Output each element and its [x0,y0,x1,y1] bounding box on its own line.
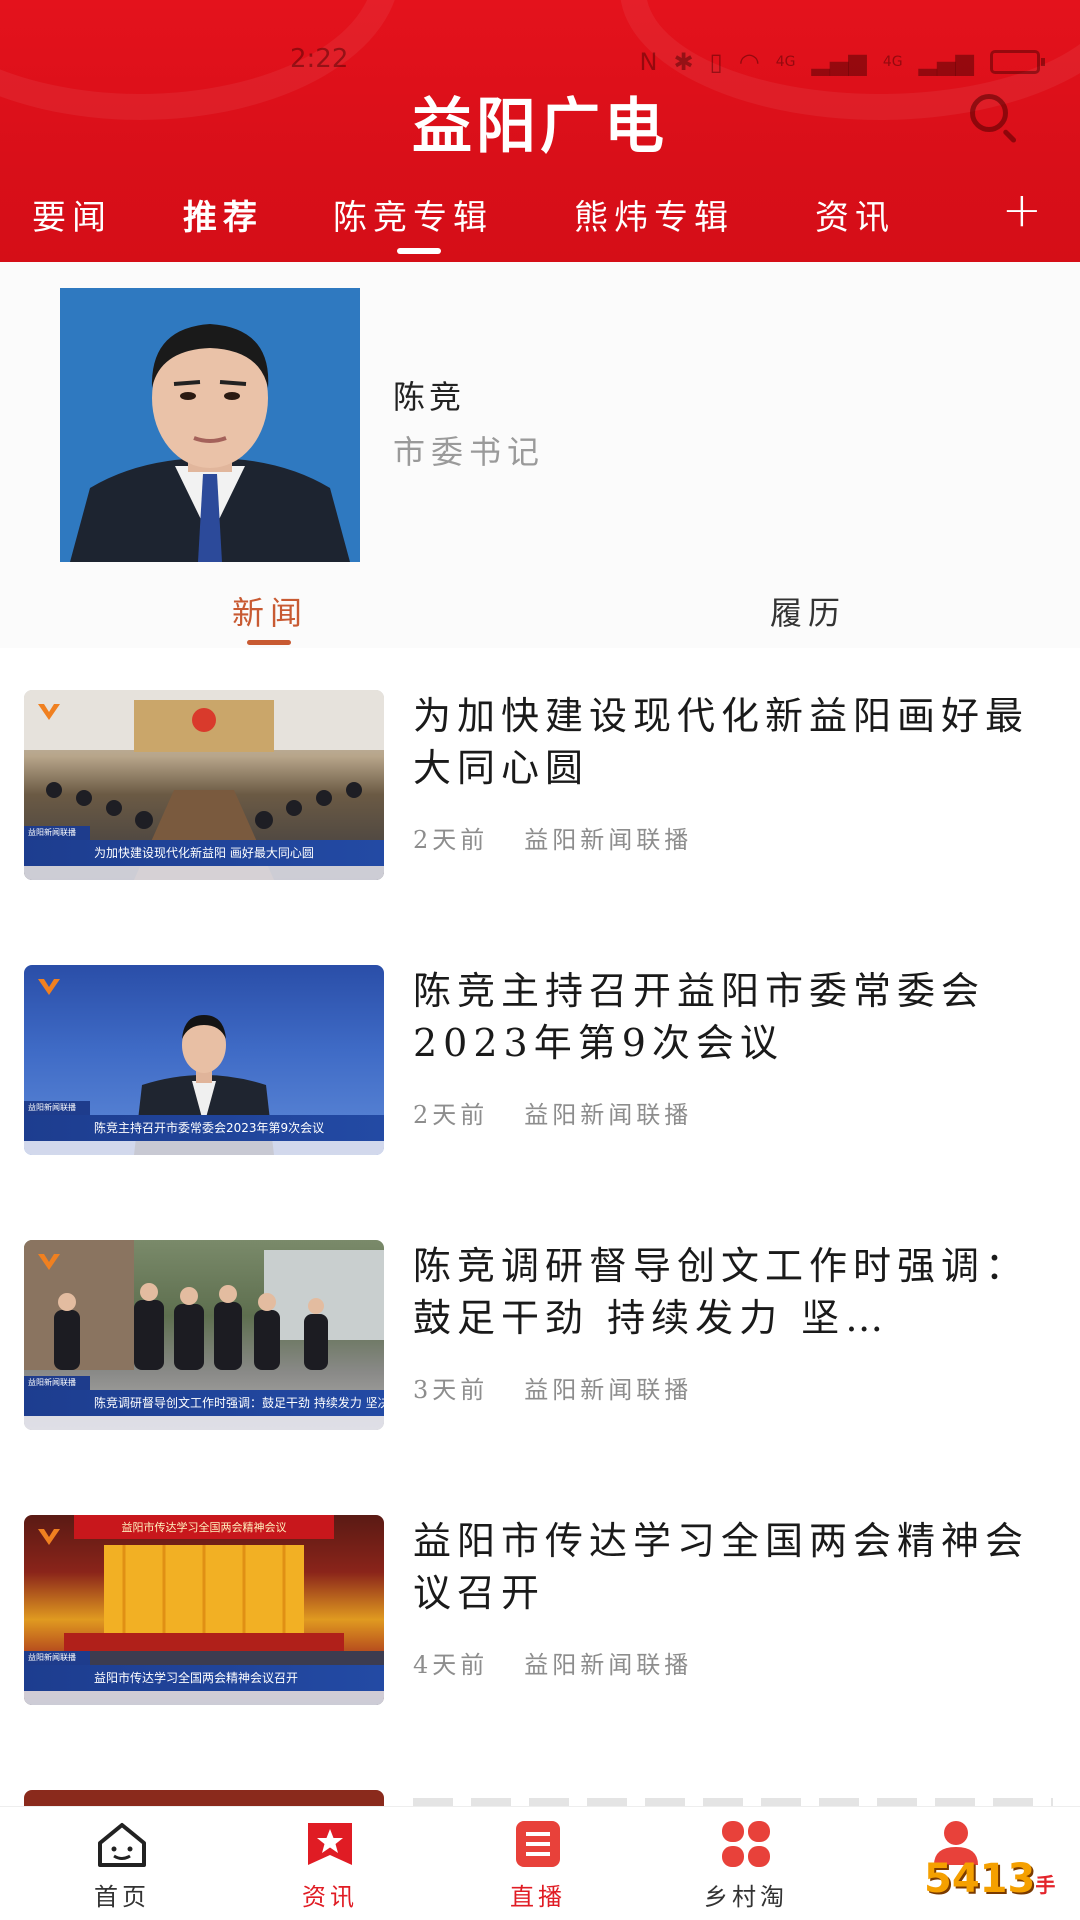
battery-icon [990,50,1045,74]
thumbnail-tag: 益阳新闻联播 [24,1101,90,1115]
thumbnail-tag: 益阳新闻联播 [24,826,90,840]
active-tab-indicator [397,248,441,254]
nav-live[interactable]: 直播 [478,1819,598,1912]
nav-news[interactable]: 资讯 [270,1819,390,1912]
site-watermark: 5413手游网 [924,1856,1074,1920]
status-time: 2:22 [290,44,349,74]
news-source: 益阳新闻联播 [524,826,693,854]
app-title: 益阳广电 [412,92,668,162]
thumbnail-caption: 益阳市传达学习全国两会精神会议召开 [24,1665,384,1691]
watermark-text: 5413 [924,1856,1036,1902]
thumbnail-footer [24,1141,384,1155]
news-title: 益阳市传达学习全国两会精神会议召开 [413,1519,1030,1615]
news-time: 4天前 [413,1651,489,1679]
profile-section: 陈竞 市委书记 新闻 履历 [0,262,1080,648]
news-thumbnail: 益阳新闻联播 陈竞调研督导创文工作时强调：鼓足干劲 持续发力 坚决打赢创建全国文… [24,1240,384,1430]
thumbnail-caption: 为加快建设现代化新益阳 画好最大同心圆 [24,840,384,866]
tab-recommend[interactable]: 推荐 [183,190,263,239]
subtab-resume[interactable]: 履历 [770,588,846,634]
tab-news[interactable]: 资讯 [815,190,895,239]
bluetooth-icon: ✱ [673,48,694,76]
news-time: 2天前 [413,1101,489,1129]
channel-logo-icon [36,1250,62,1272]
thumbnail-caption: 陈竞调研督导创文工作时强调：鼓足干劲 持续发力 坚决打赢创建全国文明城市攻坚战 [24,1390,384,1416]
search-button[interactable] [966,90,1022,146]
thumbnail-caption: 陈竞主持召开市委常委会2023年第9次会议 [24,1115,384,1141]
channel-logo-icon [36,975,62,997]
thumbnail-footer [24,1691,384,1705]
thumbnail-tag: 益阳新闻联播 [24,1376,90,1390]
news-source: 益阳新闻联播 [524,1376,693,1404]
signal-icon: ▂▄▆ [918,48,974,76]
bottom-nav: 首页 资讯 直播 乡村淘 5413手 [0,1806,1080,1920]
signal-icon: ▂▄▆ [811,48,867,76]
wifi-icon: ◠ [738,48,760,76]
person-title: 市委书记 [393,433,546,471]
nav-home[interactable]: 首页 [62,1819,182,1912]
news-item[interactable]: 益阳新闻联播 为加快建设现代化新益阳 画好最大同心圆 为加快建设现代化新益阳画好… [0,648,1080,923]
thumbnail-footer [24,866,384,880]
news-meta: 3天前 益阳新闻联播 [413,1370,692,1405]
thumbnail-tag: 益阳新闻联播 [24,1651,90,1665]
search-icon [970,94,1008,132]
nav-label: 直播 [510,1883,566,1911]
news-meta: 4天前 益阳新闻联播 [413,1645,692,1680]
news-item[interactable]: 益阳新闻联播 陈竞调研督导创文工作时强调：鼓足干劲 持续发力 坚决打赢创建全国文… [0,1198,1080,1473]
tab-chenjing-album[interactable]: 陈竞专辑 [333,190,493,239]
clover-icon [718,1819,774,1869]
nav-label: 乡村淘 [704,1883,788,1911]
news-title: 陈竞主持召开益阳市委常委会2023年第9次会议 [413,969,986,1065]
add-channel-button[interactable]: + [1002,186,1042,234]
signal-label-1: 4G [775,54,796,70]
vibrate-icon: ▯ [709,48,723,76]
status-icons: N ✱ ▯ ◠ 4G ▂▄▆ 4G ▂▄▆ [639,48,1045,76]
person-name: 陈竞 [393,378,466,416]
news-title: 为加快建设现代化新益阳画好最大同心圆 [413,694,1030,790]
tab-xiongwei-album[interactable]: 熊炜专辑 [574,190,734,239]
news-thumbnail: 益阳新闻联播 为加快建设现代化新益阳 画好最大同心圆 [24,690,384,880]
search-icon-handle [1002,128,1018,144]
news-item[interactable]: 益阳市传达学习全国两会精神会议 益阳新闻联播 益阳市传达学习全国两会精神会议召开… [0,1473,1080,1748]
news-thumbnail: 益阳新闻联播 陈竞主持召开市委常委会2023年第9次会议 [24,965,384,1155]
signal-label-2: 4G [882,54,903,70]
thumbnail-banner: 益阳市传达学习全国两会精神会议 [121,1521,287,1534]
news-title: 陈竞调研督导创文工作时强调：鼓足干劲 持续发力 坚… [413,1244,1030,1340]
channel-logo-icon [36,1525,62,1547]
news-meta: 2天前 益阳新闻联播 [413,1095,692,1130]
profile-portrait [60,288,360,562]
portrait-image [60,288,360,562]
tab-yaowen[interactable]: 要闻 [32,190,112,239]
app-header: 2:22 N ✱ ▯ ◠ 4G ▂▄▆ 4G ▂▄▆ 益阳广电 要闻 推荐 陈竞… [0,0,1080,262]
active-subtab-indicator [247,640,291,645]
thumbnail-footer [24,1416,384,1430]
star-icon [302,1819,358,1869]
news-time: 2天前 [413,826,489,854]
nav-label: 资讯 [302,1883,358,1911]
news-source: 益阳新闻联播 [524,1651,693,1679]
news-thumbnail: 益阳市传达学习全国两会精神会议 益阳新闻联播 益阳市传达学习全国两会精神会议召开 [24,1515,384,1705]
news-meta: 2天前 益阳新闻联播 [413,820,692,855]
live-list-icon [510,1819,566,1869]
news-time: 3天前 [413,1376,489,1404]
channel-logo-icon [36,700,62,722]
nav-village-shop[interactable]: 乡村淘 [686,1819,806,1912]
channel-tabs: 要闻 推荐 陈竞专辑 熊炜专辑 资讯 + [0,186,1080,262]
news-source: 益阳新闻联播 [524,1101,693,1129]
nfc-icon: N [639,48,658,76]
subtab-news[interactable]: 新闻 [232,588,308,634]
nav-label: 首页 [94,1883,150,1911]
home-icon [94,1819,150,1869]
profile-subtabs: 新闻 履历 [0,588,1080,648]
news-item[interactable]: 益阳新闻联播 陈竞主持召开市委常委会2023年第9次会议 陈竞主持召开益阳市委常… [0,923,1080,1198]
